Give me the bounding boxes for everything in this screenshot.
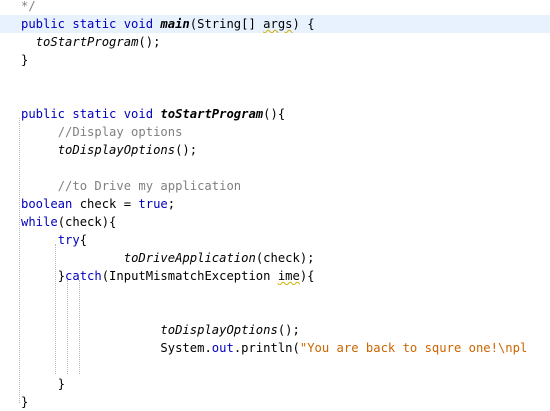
code-token: args (263, 17, 293, 31)
code-token: try (57, 233, 80, 247)
code-line[interactable]: toDisplayOptions(); (0, 321, 550, 339)
code-token: } (21, 395, 29, 409)
code-token: (); (138, 35, 161, 49)
code-line[interactable]: try{ (0, 231, 550, 249)
code-token: (String[] (189, 17, 264, 31)
code-line[interactable]: } (0, 51, 550, 69)
code-token: boolean (21, 197, 73, 211)
code-line[interactable] (0, 357, 550, 375)
code-line[interactable]: //to Drive my application (0, 177, 550, 195)
code-token: (); (277, 323, 300, 337)
code-token: } (21, 53, 29, 67)
code-token: toDisplayOptions (160, 323, 278, 337)
code-token: toStartProgram (160, 107, 264, 121)
code-token: } (57, 377, 66, 391)
code-line[interactable] (0, 69, 550, 87)
code-token: System. (160, 341, 212, 355)
code-token: } (57, 269, 66, 283)
code-token: { (79, 233, 88, 247)
code-token: ime (277, 269, 300, 283)
code-line[interactable] (0, 159, 550, 177)
code-token: ) { (292, 17, 315, 31)
code-token: (); (175, 143, 198, 157)
code-token: (){ (263, 107, 286, 121)
code-editor[interactable]: */ public static void main(String[] args)… (0, 0, 550, 411)
code-token: //Display options (57, 125, 183, 139)
code-token: public static void (21, 17, 161, 31)
code-line[interactable]: } (0, 393, 550, 411)
code-token: true (138, 197, 168, 211)
code-line[interactable]: }catch(InputMismatchException ime){ (0, 267, 550, 285)
code-token: public static void (21, 107, 161, 121)
code-token: "You are back to squre one!\npl (299, 341, 528, 355)
code-token: */ (21, 0, 36, 13)
code-line[interactable] (0, 285, 550, 303)
code-line[interactable]: System.out.println("You are back to squr… (0, 339, 550, 357)
code-token: toStartProgram (35, 35, 139, 49)
code-line[interactable]: toStartProgram(); (0, 33, 550, 51)
code-token: //to Drive my application (57, 179, 242, 193)
code-line[interactable] (0, 303, 550, 321)
code-token: catch (65, 269, 102, 283)
code-token: ){ (299, 269, 315, 283)
code-token: while (21, 215, 58, 229)
code-line[interactable]: toDisplayOptions(); (0, 141, 550, 159)
code-token: out (211, 341, 234, 355)
code-token: toDisplayOptions (57, 143, 176, 157)
code-line[interactable]: toDriveApplication(check); (0, 249, 550, 267)
code-token: (check){ (57, 215, 117, 229)
code-token: check = (72, 197, 139, 211)
code-token: (InputMismatchException (101, 269, 278, 283)
code-token: main (160, 17, 190, 31)
code-line[interactable]: boolean check = true; (0, 195, 550, 213)
code-token: ; (167, 197, 176, 211)
code-line[interactable]: //Display options (0, 123, 550, 141)
code-token: .println( (233, 341, 300, 355)
code-line[interactable]: while(check){ (0, 213, 550, 231)
code-line[interactable] (0, 87, 550, 105)
code-token: toDriveApplication (123, 251, 256, 265)
code-token: (check); (255, 251, 315, 265)
code-line[interactable]: public static void main(String[] args) { (0, 15, 550, 33)
code-line[interactable]: } (0, 375, 550, 393)
code-line[interactable]: public static void toStartProgram(){ (0, 105, 550, 123)
code-line[interactable]: */ (0, 0, 550, 15)
